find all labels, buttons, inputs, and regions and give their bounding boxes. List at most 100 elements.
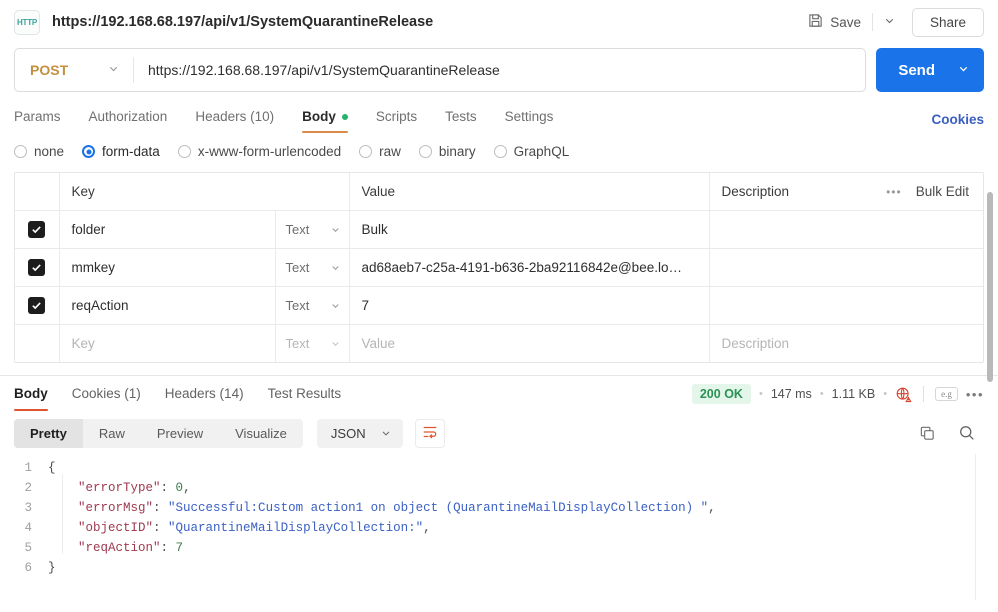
response-tab-body[interactable]: Body	[14, 378, 48, 411]
radio-icon	[178, 145, 191, 158]
send-options-dropdown[interactable]	[953, 48, 984, 92]
response-tab-headers[interactable]: Headers (14)	[165, 378, 244, 411]
toolbar-divider	[872, 13, 873, 31]
new-row-key-input[interactable]: Key	[60, 336, 275, 351]
view-mode-raw[interactable]: Raw	[83, 419, 141, 448]
save-options-dropdown[interactable]	[875, 9, 904, 35]
row-type-value: Text	[286, 336, 310, 351]
row-value-cell[interactable]: Bulk	[349, 211, 709, 249]
row-type-value: Text	[286, 298, 310, 313]
table-options-icon[interactable]: •••	[886, 185, 902, 199]
chevron-down-icon	[380, 427, 392, 439]
tab-body[interactable]: Body	[302, 105, 348, 133]
json-key: "objectID"	[78, 518, 153, 538]
row-key-value[interactable]: reqAction	[60, 298, 275, 313]
new-row-type-select[interactable]: Text	[275, 325, 349, 362]
new-row-description-input[interactable]: Description	[709, 325, 983, 363]
tab-headers[interactable]: Headers (10)	[195, 105, 274, 133]
response-body-viewer[interactable]: 1 { 2 "errorType" : 0 , 3 "errorMsg" : "…	[0, 458, 998, 578]
indent-guide	[62, 474, 63, 554]
row-type-select[interactable]: Text	[275, 211, 349, 248]
response-view-mode-group: Pretty Raw Preview Visualize	[14, 419, 303, 448]
line-number: 5	[14, 538, 48, 558]
radio-label: form-data	[102, 144, 160, 159]
response-tab-test-results[interactable]: Test Results	[268, 378, 342, 411]
response-meta: 200 OK • 147 ms • 1.11 KB • e.g •••	[692, 384, 984, 404]
chevron-down-icon	[107, 62, 120, 78]
row-value-cell[interactable]: ad68aeb7-c25a-4191-b636-2ba92116842e@bee…	[349, 249, 709, 287]
save-label: Save	[830, 15, 861, 30]
tab-label: Scripts	[376, 109, 417, 124]
row-key-value[interactable]: mmkey	[60, 260, 275, 275]
status-badge: 200 OK	[692, 384, 751, 404]
row-key-cell: reqAction Text	[59, 287, 349, 325]
example-toggle-icon[interactable]: e.g	[935, 387, 958, 401]
line-number: 3	[14, 498, 48, 518]
radio-graphql[interactable]: GraphQL	[494, 144, 570, 159]
chevron-down-icon	[330, 262, 341, 273]
row-description-cell[interactable]	[709, 287, 983, 325]
word-wrap-button[interactable]	[415, 419, 445, 448]
tab-label: Test Results	[268, 386, 342, 401]
url-input[interactable]	[134, 49, 865, 91]
row-description-cell[interactable]	[709, 211, 983, 249]
cookies-link[interactable]: Cookies	[931, 112, 984, 127]
code-text: {	[48, 458, 56, 478]
tab-authorization[interactable]: Authorization	[89, 105, 168, 133]
radio-none[interactable]: none	[14, 144, 64, 159]
http-method-select[interactable]: POST	[15, 49, 133, 91]
copy-icon[interactable]	[919, 425, 936, 442]
request-pane-scrollbar[interactable]	[987, 192, 993, 382]
save-button[interactable]: Save	[799, 8, 870, 36]
row-key-cell: Key Text	[59, 325, 349, 363]
code-line: 6 }	[14, 558, 998, 578]
row-checkbox[interactable]	[28, 297, 45, 314]
table-row: folder Text Bulk	[15, 211, 983, 249]
view-mode-visualize[interactable]: Visualize	[219, 419, 303, 448]
line-number: 2	[14, 478, 48, 498]
row-type-select[interactable]: Text	[275, 287, 349, 324]
column-header-description: Description ••• Bulk Edit	[709, 173, 983, 211]
radio-label: x-www-form-urlencoded	[198, 144, 341, 159]
bulk-edit-button[interactable]: Bulk Edit	[916, 184, 969, 199]
search-icon[interactable]	[958, 424, 976, 442]
tab-settings[interactable]: Settings	[505, 105, 554, 133]
send-button[interactable]: Send	[876, 48, 953, 92]
response-options-icon[interactable]: •••	[966, 387, 984, 402]
tab-tests[interactable]: Tests	[445, 105, 477, 133]
share-button[interactable]: Share	[912, 8, 984, 37]
code-punct: :	[153, 498, 168, 518]
code-punct: ,	[423, 518, 431, 538]
row-type-select[interactable]: Text	[275, 249, 349, 286]
row-checkbox[interactable]	[28, 221, 45, 238]
row-description-cell[interactable]	[709, 249, 983, 287]
json-key: "reqAction"	[78, 538, 161, 558]
globe-warning-icon[interactable]	[895, 386, 912, 403]
radio-label: GraphQL	[514, 144, 570, 159]
send-button-group[interactable]: Send	[876, 48, 984, 92]
radio-x-www-form-urlencoded[interactable]: x-www-form-urlencoded	[178, 144, 341, 159]
row-checkbox[interactable]	[28, 259, 45, 276]
code-line: 2 "errorType" : 0 ,	[14, 478, 998, 498]
json-value: 7	[176, 538, 184, 558]
radio-binary[interactable]: binary	[419, 144, 476, 159]
new-row-value-input[interactable]: Value	[349, 325, 709, 363]
tab-label: Body	[302, 109, 336, 124]
view-mode-preview[interactable]: Preview	[141, 419, 219, 448]
http-protocol-icon: HTTP	[14, 10, 40, 35]
tab-params[interactable]: Params	[14, 105, 61, 133]
json-key: "errorMsg"	[78, 498, 153, 518]
row-key-value[interactable]: folder	[60, 222, 275, 237]
response-tab-cookies[interactable]: Cookies (1)	[72, 378, 141, 411]
meta-divider	[923, 386, 924, 402]
view-mode-pretty[interactable]: Pretty	[14, 419, 83, 448]
code-indent	[48, 478, 78, 498]
row-key-cell: mmkey Text	[59, 249, 349, 287]
response-format-select[interactable]: JSON	[317, 419, 403, 448]
radio-raw[interactable]: raw	[359, 144, 401, 159]
row-value-cell[interactable]: 7	[349, 287, 709, 325]
code-indent	[48, 498, 78, 518]
tab-scripts[interactable]: Scripts	[376, 105, 417, 133]
radio-form-data[interactable]: form-data	[82, 144, 160, 159]
radio-icon	[82, 145, 95, 158]
